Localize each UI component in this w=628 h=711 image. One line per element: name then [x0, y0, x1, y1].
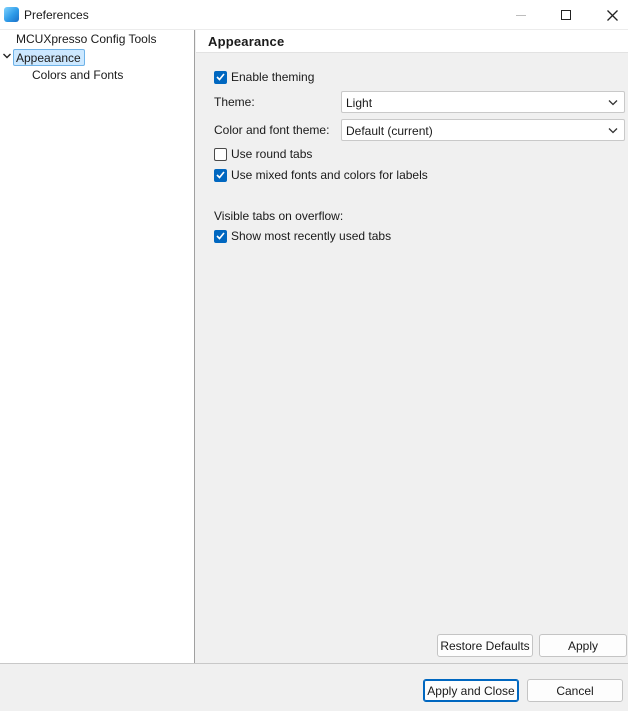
title-bar: Preferences: [0, 0, 628, 30]
round-tabs-label: Use round tabs: [231, 147, 313, 161]
chevron-down-icon[interactable]: [2, 51, 12, 61]
close-icon: [606, 9, 618, 21]
color-font-theme-label: Color and font theme:: [214, 123, 330, 137]
color-font-theme-select[interactable]: Default (current): [341, 119, 625, 141]
restore-defaults-button[interactable]: Restore Defaults: [437, 634, 533, 657]
overflow-section-label: Visible tabs on overflow:: [214, 209, 344, 223]
theme-select-value: Light: [346, 96, 373, 110]
mru-tabs-checkbox[interactable]: Show most recently used tabs: [214, 228, 391, 244]
apply-and-close-button[interactable]: Apply and Close: [423, 679, 519, 702]
close-button[interactable]: [589, 0, 628, 30]
checkbox-checked-icon[interactable]: [214, 70, 227, 84]
maximize-icon: [561, 10, 571, 20]
mixed-fonts-checkbox[interactable]: Use mixed fonts and colors for labels: [214, 167, 428, 183]
enable-theming-checkbox[interactable]: Enable theming: [214, 69, 314, 85]
round-tabs-checkbox[interactable]: Use round tabs: [214, 146, 312, 162]
page-header: Appearance: [196, 30, 628, 53]
tree-item-appearance[interactable]: Appearance: [13, 49, 85, 66]
mru-tabs-label: Show most recently used tabs: [231, 229, 392, 243]
page-title: Appearance: [208, 34, 285, 49]
minimize-button[interactable]: [498, 0, 544, 30]
tree-item-colors-and-fonts[interactable]: Colors and Fonts: [32, 68, 123, 82]
checkbox-checked-icon[interactable]: [214, 168, 227, 182]
tree-item-mcuxpresso-config-tools[interactable]: MCUXpresso Config Tools: [16, 32, 157, 46]
color-font-theme-select-value: Default (current): [346, 124, 433, 138]
window-title: Preferences: [24, 8, 89, 22]
maximize-button[interactable]: [543, 0, 589, 30]
chevron-down-icon: [608, 100, 618, 106]
checkbox-unchecked-icon[interactable]: [214, 147, 227, 161]
enable-theming-label: Enable theming: [231, 70, 315, 84]
cancel-button[interactable]: Cancel: [527, 679, 623, 702]
apply-button[interactable]: Apply: [539, 634, 627, 657]
button-bar-divider: [0, 663, 628, 664]
preference-page: Appearance Enable theming Theme: Light C…: [196, 30, 628, 663]
preferences-app-icon: [4, 7, 19, 22]
theme-select[interactable]: Light: [341, 91, 625, 113]
chevron-down-icon: [608, 128, 618, 134]
mixed-fonts-label: Use mixed fonts and colors for labels: [231, 168, 428, 182]
theme-label: Theme:: [214, 95, 255, 109]
preferences-tree: MCUXpresso Config Tools Appearance Color…: [0, 30, 195, 663]
checkbox-checked-icon[interactable]: [214, 229, 227, 243]
minimize-icon: [516, 14, 526, 16]
